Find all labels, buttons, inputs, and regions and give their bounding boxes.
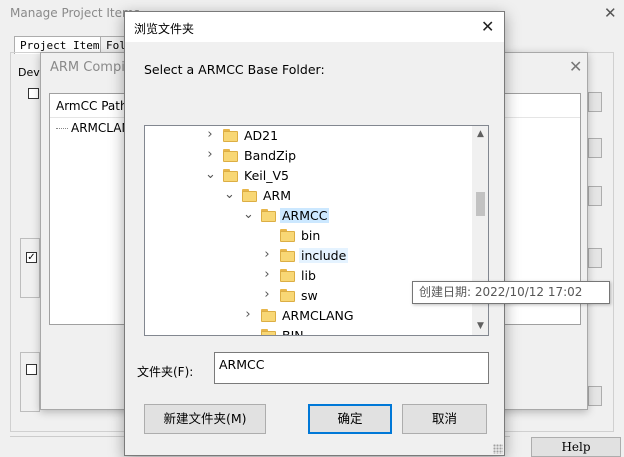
tree-item[interactable]: BIN bbox=[145, 326, 471, 336]
folder-tree[interactable]: BIN › ARMCLANG › sw › lib › include bin ⌄ ARMCC ⌄ ARM… bbox=[144, 125, 489, 336]
side-button[interactable] bbox=[588, 138, 602, 158]
scroll-up-icon[interactable]: ▲ bbox=[472, 126, 488, 143]
tree-item-label: BandZip bbox=[244, 148, 297, 163]
tree-item[interactable]: ⌄ ARM bbox=[145, 186, 471, 206]
group-box bbox=[20, 238, 40, 298]
chevron-right-icon[interactable]: › bbox=[243, 308, 253, 321]
prompt-text: Select a ARMCC Base Folder: bbox=[144, 62, 325, 77]
dialog-title: 浏览文件夹 bbox=[134, 22, 195, 36]
folder-icon bbox=[280, 269, 295, 282]
cancel-button[interactable]: 取消 bbox=[402, 404, 487, 434]
chevron-right-icon[interactable]: › bbox=[205, 148, 215, 161]
folder-icon bbox=[280, 229, 295, 242]
tooltip: 创建日期: 2022/10/12 17:02 bbox=[412, 281, 610, 304]
chevron-down-icon[interactable]: ⌄ bbox=[205, 168, 216, 181]
tree-item-label: sw bbox=[301, 288, 318, 303]
help-button[interactable]: Help bbox=[531, 437, 621, 457]
list-item[interactable]: ARMCLAN bbox=[56, 121, 130, 135]
tree-item[interactable]: ⌄ ARMCC bbox=[145, 206, 471, 226]
checked-checkbox[interactable]: ✓ bbox=[26, 252, 37, 263]
folder-icon bbox=[280, 249, 295, 262]
browse-folder-dialog: 浏览文件夹 ✕ Select a ARMCC Base Folder: BIN ›… bbox=[124, 11, 610, 456]
tree-item-label: lib bbox=[301, 268, 316, 283]
checkbox[interactable] bbox=[26, 364, 37, 375]
tree-item[interactable]: › BandZip bbox=[145, 146, 471, 166]
window-title: Manage Project Items bbox=[10, 6, 140, 20]
folder-icon bbox=[223, 129, 238, 142]
tree-item[interactable]: bin bbox=[145, 226, 471, 246]
title-bar: 浏览文件夹 ✕ bbox=[125, 12, 504, 42]
folder-icon bbox=[261, 209, 276, 222]
chevron-down-icon[interactable]: ⌄ bbox=[243, 208, 254, 221]
chevron-right-icon[interactable]: › bbox=[262, 288, 272, 301]
tree-item[interactable]: ⌄ Keil_V5 bbox=[145, 166, 471, 186]
group-box bbox=[20, 352, 40, 412]
folder-icon bbox=[261, 329, 276, 335]
chevron-right-icon[interactable]: › bbox=[262, 268, 272, 281]
close-icon[interactable]: ✕ bbox=[604, 4, 617, 22]
folder-icon bbox=[223, 149, 238, 162]
side-button[interactable] bbox=[588, 386, 602, 406]
tree-item[interactable]: › ARMCLANG bbox=[145, 306, 471, 326]
close-icon[interactable]: ✕ bbox=[569, 57, 582, 76]
scrollbar-thumb[interactable] bbox=[476, 192, 485, 216]
folder-label: 文件夹(F): bbox=[137, 365, 194, 379]
side-button[interactable] bbox=[588, 248, 602, 268]
column-header[interactable]: ArmCC Path bbox=[56, 99, 128, 113]
tree-item-label: ARM bbox=[263, 188, 292, 203]
folder-icon bbox=[242, 189, 257, 202]
chevron-right-icon[interactable]: › bbox=[205, 128, 215, 141]
tree-item-label: AD21 bbox=[244, 128, 279, 143]
tree-item-label: ARMCLANG bbox=[282, 308, 354, 323]
tree-item-label: include bbox=[299, 248, 349, 263]
folder-icon bbox=[261, 309, 276, 322]
scroll-down-icon[interactable]: ▼ bbox=[472, 318, 488, 335]
tree-item[interactable]: › AD21 bbox=[145, 126, 471, 146]
side-button[interactable] bbox=[588, 186, 602, 206]
tree-item-label: BIN bbox=[282, 328, 304, 336]
new-folder-button[interactable]: 新建文件夹(M) bbox=[144, 404, 266, 434]
tree-item-label: Keil_V5 bbox=[244, 168, 289, 183]
chevron-right-icon[interactable]: › bbox=[262, 248, 272, 261]
folder-icon bbox=[280, 289, 295, 302]
close-icon[interactable]: ✕ bbox=[481, 17, 494, 36]
chevron-down-icon[interactable]: ⌄ bbox=[224, 188, 235, 201]
folder-input[interactable]: ARMCC bbox=[214, 352, 489, 384]
ok-button[interactable]: 确定 bbox=[308, 404, 392, 434]
tree-item[interactable]: › include bbox=[145, 246, 471, 266]
resize-grip-icon[interactable] bbox=[493, 444, 503, 454]
tree-item-label: ARMCC bbox=[280, 208, 330, 223]
folder-icon bbox=[223, 169, 238, 182]
tree-item-label: bin bbox=[301, 228, 321, 243]
checkbox[interactable] bbox=[28, 88, 39, 99]
side-button[interactable] bbox=[588, 92, 602, 112]
